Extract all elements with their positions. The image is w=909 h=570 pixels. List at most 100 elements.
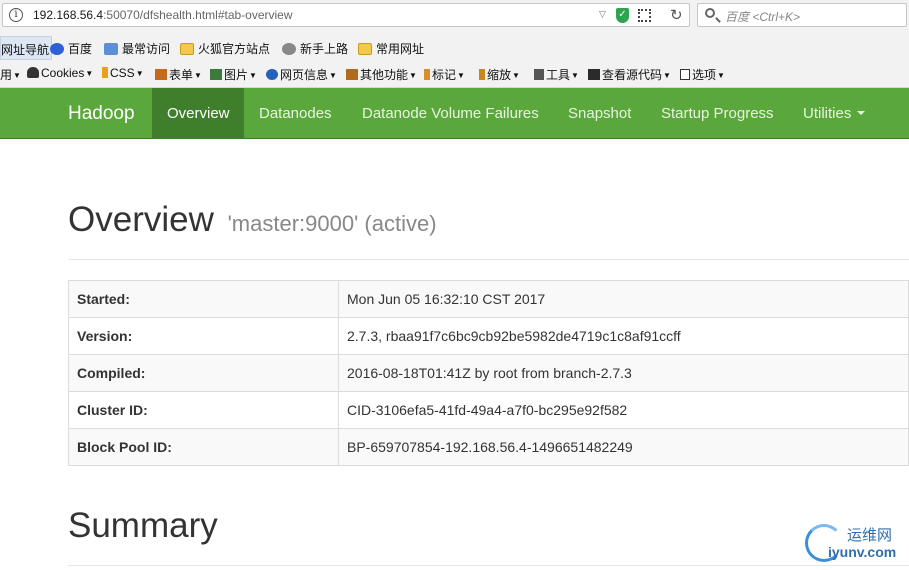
bookmark-label: 火狐官方站点 — [198, 42, 271, 56]
bookmark-label: 新手上路 — [300, 42, 349, 56]
url-host: 192.168.56.4 — [33, 8, 104, 22]
folder-icon — [358, 43, 372, 55]
baidu-icon — [50, 43, 64, 55]
page-icon — [104, 43, 118, 55]
dropdown-arrow-icon[interactable]: ▽ — [599, 9, 606, 20]
watermark-cn: 运维网 — [847, 527, 893, 544]
image-icon — [210, 69, 222, 80]
toolbar-menu-view-source[interactable]: 查看源代码▼ — [588, 66, 671, 83]
table-key: Compiled: — [68, 354, 339, 392]
info-icon[interactable]: i — [9, 8, 23, 22]
toolbar-label: 缩放 — [487, 68, 512, 82]
tools-icon — [534, 69, 544, 80]
info-circle-icon — [266, 69, 278, 80]
table-key: Cluster ID: — [68, 391, 339, 429]
toolbar-label: 网页信息 — [280, 68, 329, 82]
table-value: CID-3106efa5-41fd-49a4-a7f0-bc295e92f582 — [338, 391, 909, 429]
bookmark-label: 百度 — [68, 42, 93, 56]
caret-down-icon — [857, 111, 866, 115]
table-value: BP-659707854-192.168.56.4-1496651482249 — [338, 428, 909, 466]
overview-title: Overview — [68, 200, 214, 239]
nav-snapshot[interactable]: Snapshot — [553, 88, 646, 139]
toolbar-label: CSS — [110, 66, 135, 80]
shield-icon[interactable]: ✓ — [616, 8, 629, 23]
toolbar-label: 工具 — [546, 68, 571, 82]
toolbar-menu-css[interactable]: CSS▼ — [102, 66, 144, 80]
table-value: Mon Jun 05 16:32:10 CST 2017 — [338, 280, 909, 318]
table-row: Block Pool ID: BP-659707854-192.168.56.4-… — [68, 428, 909, 466]
search-placeholder: 百度 <Ctrl+K> — [725, 10, 801, 24]
resize-icon — [479, 69, 485, 80]
toolbar-menu-images[interactable]: 图片▼ — [210, 66, 257, 83]
table-value: 2016-08-18T01:41Z by root from branch-2.… — [338, 354, 909, 392]
table-row: Cluster ID: CID-3106efa5-41fd-49a4-a7f0-b… — [68, 391, 909, 429]
nav-overview[interactable]: Overview — [152, 88, 244, 139]
table-row: Version: 2.7.3, rbaa91f7c6bc9cb92be5982de… — [68, 317, 909, 355]
bookmark-firefox-site[interactable]: 火狐官方站点 — [180, 40, 270, 57]
toolbar-label: 查看源代码 — [602, 68, 663, 82]
toolbar-menu-misc[interactable]: 其他功能▼ — [346, 66, 417, 83]
folder-icon — [180, 43, 194, 55]
table-value: 2.7.3, rbaa91f7c6bc9cb92be5982de4719c1c8… — [338, 317, 909, 355]
chevron-down-icon: ▼ — [13, 71, 21, 80]
url-path: :50070/dfshealth.html#tab-overview — [103, 8, 293, 22]
browser-chrome: i 192.168.56.4:50070/dfshealth.html#tab-… — [0, 0, 909, 88]
chevron-down-icon: ▼ — [329, 71, 337, 80]
bookmark-common-sites[interactable]: 常用网址 — [358, 40, 424, 57]
toolbar-menu-outline[interactable]: 标记▼ — [424, 66, 465, 83]
search-icon — [705, 8, 715, 18]
globe-icon — [282, 43, 296, 55]
bookmark-most-visited[interactable]: 最常访问 — [104, 40, 170, 57]
chevron-down-icon: ▼ — [249, 71, 257, 80]
form-icon — [155, 69, 167, 80]
toolbar-label: 标记 — [432, 68, 457, 82]
chevron-down-icon: ▼ — [457, 71, 465, 80]
chevron-down-icon: ▼ — [409, 71, 417, 80]
table-key: Started: — [68, 280, 339, 318]
toolbar-label: 表单 — [169, 68, 194, 82]
qr-code-icon[interactable] — [638, 9, 651, 22]
url-text[interactable]: 192.168.56.4:50070/dfshealth.html#tab-ov… — [33, 8, 293, 22]
chevron-down-icon: ▼ — [194, 71, 202, 80]
toolbar-menu-page-info[interactable]: 网页信息▼ — [266, 66, 337, 83]
toolbar-menu-0[interactable]: 用▼ — [0, 66, 21, 83]
page-title: Overview 'master:9000' (active) — [68, 200, 437, 240]
nav-startup-progress[interactable]: Startup Progress — [646, 88, 789, 139]
nav-datanodes[interactable]: Datanodes — [244, 88, 347, 139]
toolbar-label: 其他功能 — [360, 68, 409, 82]
summary-header: Summary — [68, 502, 909, 566]
reload-icon[interactable]: ↻ — [670, 6, 683, 24]
bookmark-site-nav[interactable]: 网址导航 — [0, 36, 53, 60]
address-row: i 192.168.56.4:50070/dfshealth.html#tab-… — [0, 0, 909, 33]
brand-logo[interactable]: Hadoop — [68, 103, 135, 125]
namenode-address: 'master:9000' (active) — [227, 211, 437, 236]
marker-icon — [424, 69, 430, 80]
toolbar-menu-forms[interactable]: 表单▼ — [155, 66, 202, 83]
toolbar-label: 选项 — [692, 68, 717, 82]
toolbar-menu-tools[interactable]: 工具▼ — [534, 66, 579, 83]
toolbar-label: 图片 — [224, 68, 249, 82]
chevron-down-icon: ▼ — [512, 71, 520, 80]
toolbar-menu-options[interactable]: 选项▼ — [680, 66, 725, 83]
bookmark-label: 网址导航 — [1, 43, 50, 57]
toolbar-menu-resize[interactable]: 缩放▼ — [479, 66, 520, 83]
table-key: Block Pool ID: — [68, 428, 339, 466]
bookmark-label: 常用网址 — [376, 42, 425, 56]
chevron-down-icon: ▼ — [135, 69, 144, 78]
nav-utilities-label: Utilities — [803, 105, 852, 122]
url-bar[interactable]: i 192.168.56.4:50070/dfshealth.html#tab-… — [2, 3, 690, 27]
search-box[interactable]: 百度 <Ctrl+K> — [697, 3, 907, 27]
nav-datanode-volume-failures[interactable]: Datanode Volume Failures — [347, 88, 554, 139]
pencil-icon — [102, 67, 108, 78]
bookmark-getting-started[interactable]: 新手上路 — [282, 40, 348, 57]
bookmark-baidu[interactable]: 百度 — [50, 40, 92, 57]
chevron-down-icon: ▼ — [717, 71, 725, 80]
hadoop-navbar: Hadoop Overview Datanodes Datanode Volum… — [0, 88, 909, 139]
misc-icon — [346, 69, 358, 80]
toolbar-menu-cookies[interactable]: Cookies▼ — [27, 66, 93, 80]
table-row: Started: Mon Jun 05 16:32:10 CST 2017 — [68, 280, 909, 318]
user-icon — [27, 67, 39, 78]
watermark-logo: 运维网 iyunv.com — [805, 520, 909, 566]
overview-header: Overview 'master:9000' (active) — [68, 196, 909, 260]
nav-utilities[interactable]: Utilities — [788, 88, 880, 139]
